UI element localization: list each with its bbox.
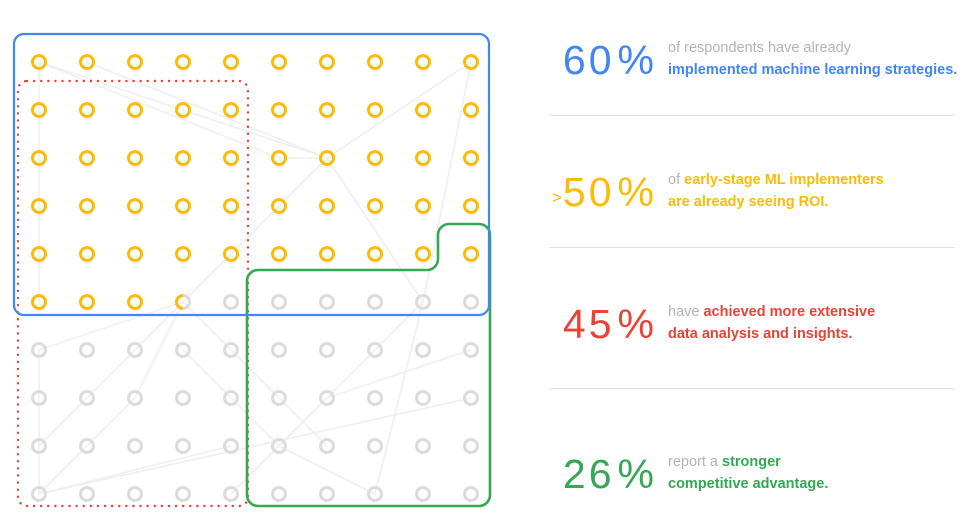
stat-description: of respondents have already implemented m… xyxy=(668,37,974,83)
stat-number: 26 xyxy=(562,450,615,497)
stat-value-26: 26% xyxy=(520,450,668,497)
stat-description: have achieved more extensive data analysi… xyxy=(668,301,974,347)
stat-divider xyxy=(549,388,955,389)
stat-value-60: 60% xyxy=(520,36,668,83)
stat-value-45: 45% xyxy=(520,300,668,347)
stat-block-60: 60% of respondents have already implement… xyxy=(520,14,974,126)
stat-description: of early-stage ML implementers are alread… xyxy=(668,169,974,215)
stat-second-line: are already seeing ROI. xyxy=(668,194,829,210)
stat-block-45: 45% have achieved more extensive data ana… xyxy=(520,278,974,390)
region-outline-red-dotted xyxy=(16,79,250,508)
dot-matrix-graphic xyxy=(12,32,492,508)
percent-sign: % xyxy=(617,168,654,215)
stat-lead-text: have xyxy=(668,304,704,320)
stat-highlight-text: achieved more extensive xyxy=(703,304,876,320)
stat-row: 45% have achieved more extensive data ana… xyxy=(520,278,974,370)
infographic-page: 60% of respondents have already implement… xyxy=(0,0,974,525)
stat-number: 45 xyxy=(562,300,615,347)
stat-row: 60% of respondents have already implement… xyxy=(520,14,974,106)
network-connector-lines xyxy=(38,61,472,495)
stat-number: 60 xyxy=(562,36,615,83)
stat-second-line: data analysis and insights. xyxy=(668,326,853,342)
percent-sign: % xyxy=(617,450,654,497)
stat-row: 26% report a stronger competitive advanta… xyxy=(520,428,974,520)
stat-highlight-text: stronger xyxy=(722,454,781,470)
stat-block-50: >50% of early-stage ML implementers are a… xyxy=(520,146,974,258)
dot-matrix-panel xyxy=(0,0,510,525)
stat-second-line: implemented machine learning strategies. xyxy=(668,62,958,78)
stat-lead-text: of respondents have already xyxy=(668,40,851,56)
stat-highlight-text: early-stage ML implementers xyxy=(684,172,884,188)
stat-lead-text: report a xyxy=(668,454,722,470)
stat-description: report a stronger competitive advantage. xyxy=(668,451,974,497)
stat-lead-text: of xyxy=(668,172,685,188)
stat-divider xyxy=(549,115,955,116)
greater-than-prefix: > xyxy=(551,187,562,207)
stat-row: >50% of early-stage ML implementers are a… xyxy=(520,146,974,238)
stat-value-50: >50% xyxy=(520,168,668,215)
statistics-panel: 60% of respondents have already implement… xyxy=(520,0,974,525)
percent-sign: % xyxy=(617,36,654,83)
stat-number: 50 xyxy=(562,168,615,215)
stat-second-line: competitive advantage. xyxy=(668,476,829,492)
stat-divider xyxy=(549,247,955,248)
stat-block-26: 26% report a stronger competitive advanta… xyxy=(520,428,974,525)
percent-sign: % xyxy=(617,300,654,347)
region-outline-green xyxy=(245,222,492,508)
